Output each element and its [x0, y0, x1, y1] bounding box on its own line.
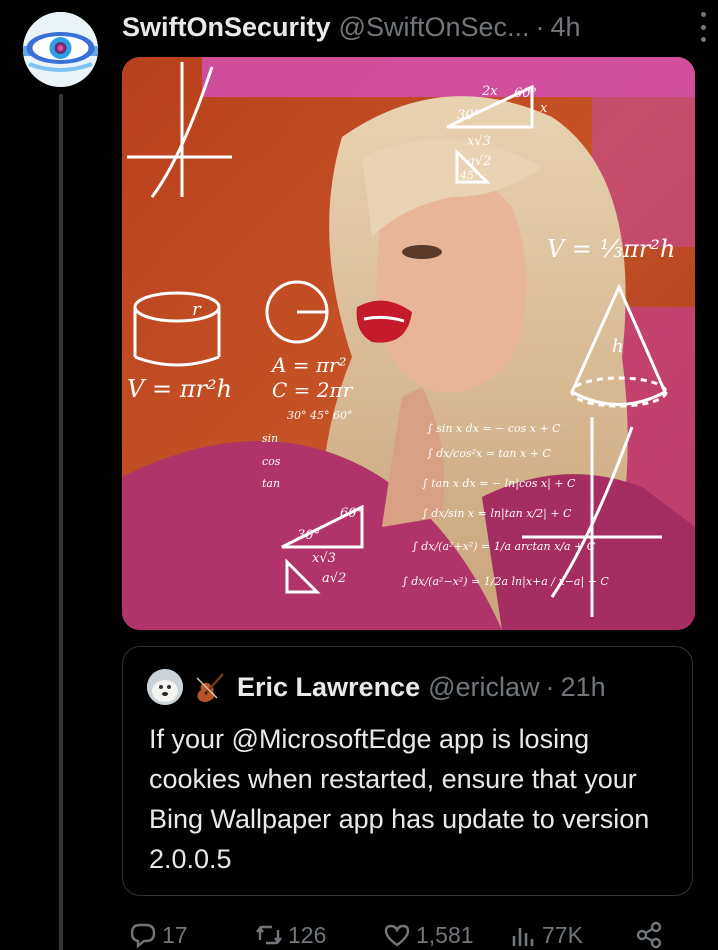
table-cos: cos [262, 455, 281, 468]
thread-line [59, 94, 63, 950]
like-button[interactable]: 1,581 [382, 920, 474, 950]
formula-circumference: C = 2πr [272, 378, 354, 402]
quoted-author-handle[interactable]: @ericlaw [428, 672, 539, 703]
quoted-time[interactable]: 21h [561, 672, 606, 703]
label-30: 30° [457, 108, 480, 123]
dog-avatar-image [147, 669, 183, 705]
retweet-count: 126 [288, 921, 327, 948]
label-r: r [192, 299, 202, 320]
label-60b: 60° [340, 506, 363, 521]
quoted-tweet-header: Eric Lawrence @ericlaw · 21h [147, 667, 606, 707]
reply-count: 17 [162, 921, 188, 948]
retweet-icon [256, 925, 282, 945]
action-bar: 17 126 1,581 77K [122, 920, 702, 950]
separator-dot: · [535, 11, 545, 42]
retweet-button[interactable]: 126 [254, 920, 326, 950]
reply-button[interactable]: 17 [128, 920, 188, 950]
formula-csc-int: ∫ dx/sin x = ln|tan x/2| + C [422, 507, 572, 521]
tweet-time[interactable]: 4h [551, 12, 581, 43]
formula-cone: V = ⅓πr²h [547, 235, 675, 263]
table-header: 30° 45° 60° [287, 409, 352, 422]
label-60: 60° [514, 86, 537, 101]
tweet-media[interactable]: V = πr²h A = πr² C = 2πr V = ⅓πr²h r h 3… [122, 57, 695, 630]
formula-sec-int: ∫ dx/cos²x = tan x + C [427, 447, 551, 460]
label-2x: 2x [481, 84, 498, 99]
views-button[interactable]: 77K [508, 920, 583, 950]
formula-arctan-int: ∫ dx/(a²+x²) = 1/a arctan x/a + C [412, 540, 596, 553]
quoted-tweet-text: If your @MicrosoftEdge app is losing coo… [149, 724, 650, 874]
label-xsqrt3: x√3 [467, 134, 491, 149]
quoted-separator: · [545, 671, 555, 702]
quoted-author-name[interactable]: Eric Lawrence [237, 672, 420, 703]
formula-tan-int: ∫ tan x dx = − ln|cos x| + C [422, 477, 576, 491]
tweet-header: SwiftOnSecurity @SwiftOnSec... · 4h [122, 8, 704, 46]
formula-log-int: ∫ dx/(a²−x²) = 1/2a ln|x+a / x−a| + C [402, 575, 609, 589]
share-button[interactable] [634, 920, 668, 950]
author-handle[interactable]: @SwiftOnSec... [339, 12, 530, 43]
heart-icon [384, 924, 410, 947]
violin-icon [196, 673, 224, 702]
views-count: 77K [542, 921, 583, 948]
formula-cylinder: V = πr²h [127, 375, 232, 403]
label-45: 45° [459, 169, 480, 182]
quoted-author-avatar[interactable] [147, 669, 183, 705]
author-name[interactable]: SwiftOnSecurity [122, 12, 331, 43]
formula-sin-int: ∫ sin x dx = − cos x + C [427, 422, 561, 435]
eye-avatar-image [23, 12, 98, 87]
label-asqrt2: a√2 [467, 154, 491, 169]
author-avatar[interactable] [23, 12, 98, 87]
math-lady-image: V = πr²h A = πr² C = 2πr V = ⅓πr²h r h 3… [122, 57, 695, 630]
formula-area: A = πr² [270, 353, 347, 377]
views-icon [512, 928, 534, 946]
label-asqrt2b: a√2 [322, 571, 346, 586]
table-tan: tan [262, 477, 280, 490]
more-icon[interactable] [698, 12, 708, 42]
table-sin: sin [262, 432, 278, 445]
label-xsqrt3b: x√3 [312, 551, 336, 566]
label-h: h [612, 336, 624, 357]
label-x: x [540, 101, 548, 116]
share-icon [636, 921, 662, 949]
reply-icon [130, 923, 156, 949]
quoted-tweet[interactable]: Eric Lawrence @ericlaw · 21h If your @Mi… [122, 646, 693, 896]
label-30b: 30° [297, 528, 320, 543]
like-count: 1,581 [416, 921, 474, 948]
